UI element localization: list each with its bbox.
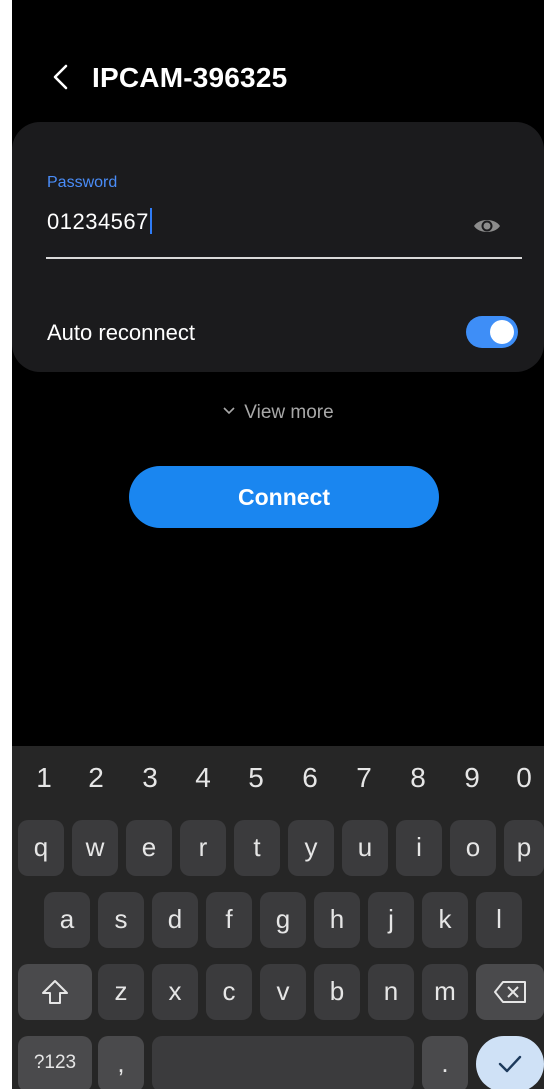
wifi-settings-card: Password 01234567 Auto reconnect <box>12 122 544 372</box>
backspace-key[interactable] <box>476 964 544 1020</box>
key-9[interactable]: 9 <box>452 762 492 794</box>
key-n[interactable]: n <box>368 964 414 1020</box>
screen: IPCAM-396325 Password 01234567 Auto reco… <box>12 0 544 1089</box>
page-title: IPCAM-396325 <box>92 62 288 93</box>
key-r[interactable]: r <box>180 820 226 876</box>
key-c[interactable]: c <box>206 964 252 1020</box>
password-label: Password <box>47 174 118 191</box>
key-w[interactable]: w <box>72 820 118 876</box>
key-a[interactable]: a <box>44 892 90 948</box>
key-s[interactable]: s <box>98 892 144 948</box>
space-key[interactable] <box>152 1036 414 1089</box>
key-e[interactable]: e <box>126 820 172 876</box>
password-input[interactable]: 01234567 <box>47 208 152 235</box>
symbols-key[interactable]: ?123 <box>18 1036 92 1089</box>
period-key[interactable]: . <box>422 1036 468 1089</box>
chevron-down-icon <box>223 407 235 415</box>
key-5[interactable]: 5 <box>236 762 276 794</box>
key-l[interactable]: l <box>476 892 522 948</box>
key-m[interactable]: m <box>422 964 468 1020</box>
password-underline <box>46 257 522 259</box>
key-z[interactable]: z <box>98 964 144 1020</box>
key-8[interactable]: 8 <box>398 762 438 794</box>
toggle-knob <box>490 320 514 344</box>
key-o[interactable]: o <box>450 820 496 876</box>
key-g[interactable]: g <box>260 892 306 948</box>
keyboard: 1 2 3 4 5 6 7 8 9 0 q w e r t y u i o p … <box>12 746 544 1089</box>
auto-reconnect-toggle[interactable] <box>466 316 518 348</box>
key-t[interactable]: t <box>234 820 280 876</box>
key-i[interactable]: i <box>396 820 442 876</box>
key-p[interactable]: p <box>504 820 544 876</box>
number-row: 1 2 3 4 5 6 7 8 9 0 <box>12 746 544 810</box>
view-more-link[interactable]: View more <box>12 402 544 424</box>
connect-button[interactable]: Connect <box>129 466 439 528</box>
comma-key[interactable]: , <box>98 1036 144 1089</box>
backspace-icon <box>494 981 526 1003</box>
key-x[interactable]: x <box>152 964 198 1020</box>
key-0[interactable]: 0 <box>504 762 544 794</box>
password-value: 01234567 <box>47 209 149 234</box>
auto-reconnect-label: Auto reconnect <box>47 320 195 345</box>
key-f[interactable]: f <box>206 892 252 948</box>
key-7[interactable]: 7 <box>344 762 384 794</box>
text-caret <box>149 208 152 234</box>
key-v[interactable]: v <box>260 964 306 1020</box>
key-b[interactable]: b <box>314 964 360 1020</box>
key-k[interactable]: k <box>422 892 468 948</box>
key-6[interactable]: 6 <box>290 762 330 794</box>
key-4[interactable]: 4 <box>183 762 223 794</box>
key-3[interactable]: 3 <box>130 762 170 794</box>
shift-key[interactable] <box>18 964 92 1020</box>
key-h[interactable]: h <box>314 892 360 948</box>
done-key[interactable] <box>476 1036 544 1089</box>
key-d[interactable]: d <box>152 892 198 948</box>
key-y[interactable]: y <box>288 820 334 876</box>
view-more-label: View more <box>244 402 334 423</box>
key-1[interactable]: 1 <box>24 762 64 794</box>
key-u[interactable]: u <box>342 820 388 876</box>
shift-icon <box>42 980 68 1004</box>
key-j[interactable]: j <box>368 892 414 948</box>
checkmark-icon <box>498 1055 522 1073</box>
show-password-eye-icon[interactable] <box>472 214 502 238</box>
key-q[interactable]: q <box>18 820 64 876</box>
header: IPCAM-396325 <box>12 52 544 102</box>
key-2[interactable]: 2 <box>76 762 116 794</box>
back-arrow-icon[interactable] <box>48 62 74 92</box>
